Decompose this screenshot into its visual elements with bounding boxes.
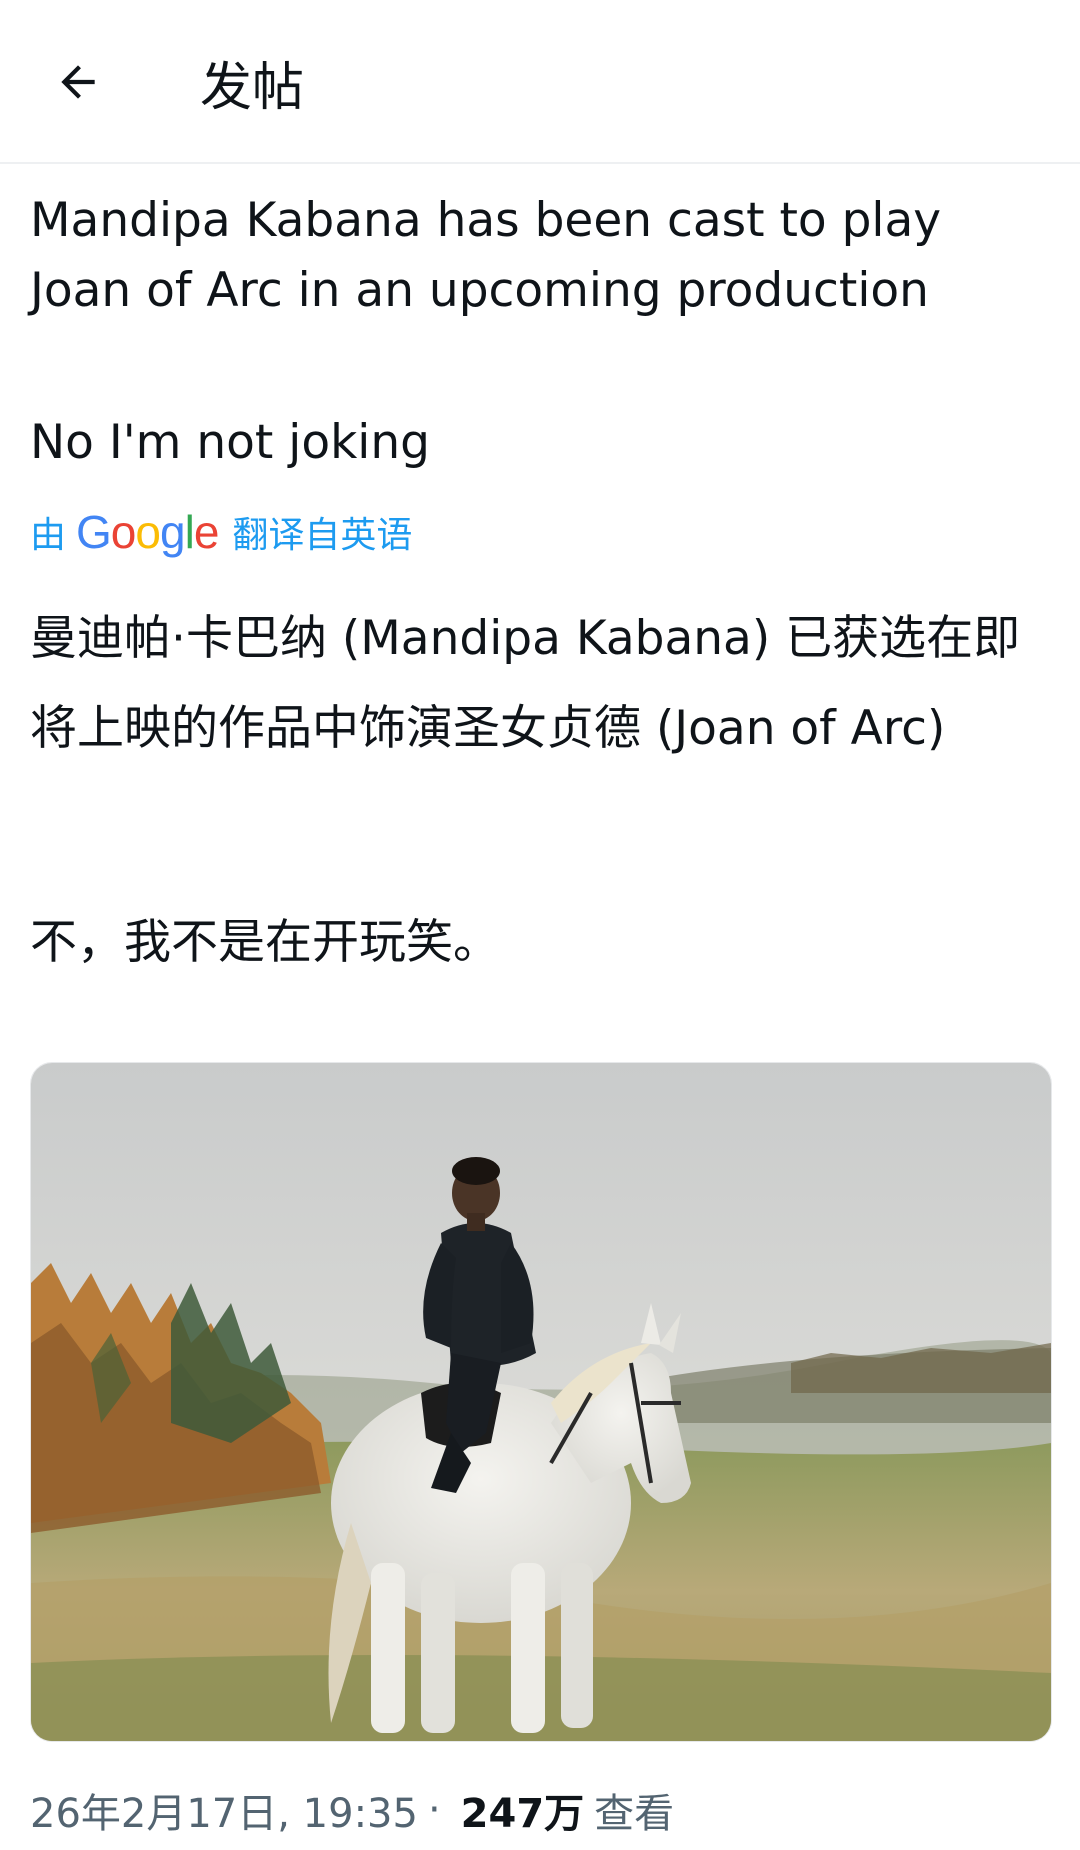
post-text-translated: 曼迪帕·卡巴纳 (Mandipa Kabana) 已获选在即将上映的作品中饰演圣… [30,611,1021,756]
google-logo: Google [76,506,219,558]
translation-attribution[interactable]: 由 Google 翻译自英语 [30,504,412,560]
arrow-left-icon [61,65,95,99]
meta-separator: · [427,1787,441,1833]
post-timestamp[interactable]: 26年2月17日, 19:35 [30,1781,418,1839]
post-text-translated-second: 不，我不是在开玩笑。 [30,915,500,970]
translation-suffix: 翻译自英语 [232,515,413,556]
post-text-english: Mandipa Kabana has been cast to play Joa… [30,193,942,318]
views-count: 247万 [460,1791,585,1837]
back-button[interactable] [40,44,116,120]
views-label[interactable]: 查看 [594,1781,674,1839]
translation-prefix: 由 [30,515,67,556]
top-bar: 发帖 [0,0,1080,164]
post-text-english-second: No I'm not joking [30,415,430,470]
post-image[interactable] [30,1062,1052,1742]
photo-woman-on-white-horse [31,1063,1051,1741]
page-title: 发帖 [200,58,305,118]
post-meta: 26年2月17日, 19:35 · 247万 查看 [30,1780,674,1840]
